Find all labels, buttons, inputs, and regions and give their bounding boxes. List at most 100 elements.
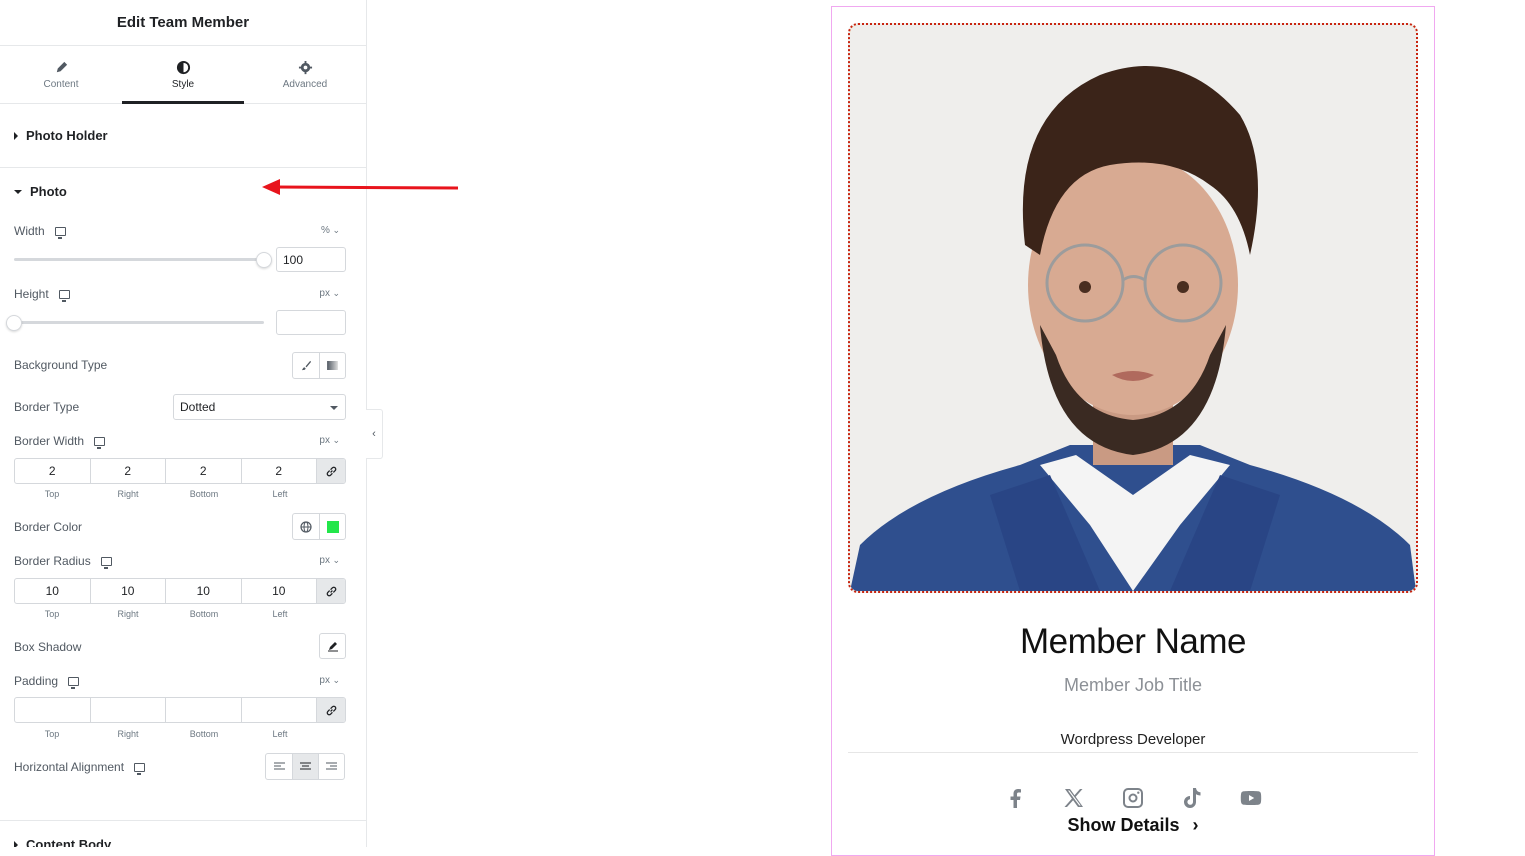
border-color-swatch[interactable] <box>319 514 345 539</box>
x-icon[interactable] <box>1062 786 1086 810</box>
tab-content-label: Content <box>43 78 79 90</box>
editor-panel: Edit Team Member Content Style Advanced … <box>0 0 367 847</box>
dim-label-right: Right <box>117 729 139 739</box>
panel-tabs: Content Style Advanced <box>0 46 366 104</box>
annotation-arrow <box>262 179 459 195</box>
width-slider-handle[interactable] <box>256 252 272 268</box>
monitor-icon[interactable] <box>58 289 70 302</box>
border-radius-left[interactable]: 10 <box>242 579 317 603</box>
width-label: Width <box>14 224 45 238</box>
gear-icon <box>298 60 312 74</box>
width-input[interactable]: 100 <box>276 247 346 272</box>
section-photo-holder[interactable]: Photo Holder <box>0 104 366 168</box>
show-details-label: Show Details <box>1067 815 1180 835</box>
youtube-icon[interactable] <box>1239 786 1263 810</box>
pencil-icon <box>56 61 67 72</box>
chevron-left-icon: ‹ <box>372 428 376 440</box>
height-unit-select[interactable]: px <box>319 288 340 299</box>
border-radius-bottom[interactable]: 10 <box>166 579 242 603</box>
tab-style[interactable]: Style <box>122 46 244 104</box>
border-width-bottom[interactable]: 2 <box>166 459 242 483</box>
monitor-icon[interactable] <box>54 226 66 239</box>
contrast-icon <box>176 60 190 74</box>
border-width-right[interactable]: 2 <box>91 459 166 483</box>
border-radius-top[interactable]: 10 <box>15 579 91 603</box>
show-details-button[interactable]: Show Details › <box>831 815 1435 836</box>
dim-label-bottom: Bottom <box>189 489 219 499</box>
section-photo[interactable]: Photo <box>14 184 67 199</box>
background-type-label: Background Type <box>14 358 108 372</box>
border-width-left[interactable]: 2 <box>242 459 317 483</box>
border-color-control <box>292 513 346 540</box>
border-radius-right[interactable]: 10 <box>91 579 166 603</box>
align-right-icon[interactable] <box>318 754 344 779</box>
padding-inputs <box>14 697 346 723</box>
dim-label-left: Left <box>272 489 288 499</box>
height-input[interactable] <box>276 310 346 335</box>
padding-top[interactable] <box>15 698 91 722</box>
border-width-top[interactable]: 2 <box>15 459 91 483</box>
border-radius-dim-labels: Top Right Bottom Left <box>14 609 318 619</box>
link-icon[interactable] <box>317 579 345 603</box>
instagram-icon[interactable] <box>1121 786 1145 810</box>
padding-unit-select[interactable]: px <box>319 675 340 686</box>
tab-style-label: Style <box>171 78 195 90</box>
dim-label-top: Top <box>44 489 60 499</box>
brush-icon[interactable] <box>293 353 319 378</box>
width-slider[interactable] <box>14 258 264 261</box>
border-width-inputs: 2 2 2 2 <box>14 458 346 484</box>
border-type-select[interactable]: Dotted <box>173 394 346 420</box>
section-content-body[interactable]: Content Body <box>0 820 366 847</box>
section-photo-label: Photo <box>30 184 67 199</box>
padding-label: Padding <box>14 674 59 688</box>
facebook-icon[interactable] <box>1003 786 1027 810</box>
border-width-label-row: Border Width <box>14 434 106 449</box>
globe-icon[interactable] <box>293 514 319 539</box>
member-photo[interactable] <box>848 23 1418 593</box>
section-content-body-label: Content Body <box>26 837 112 847</box>
height-slider[interactable] <box>14 321 264 324</box>
horizontal-alignment-label-row: Horizontal Alignment <box>14 760 146 775</box>
background-type-toggle <box>292 352 346 379</box>
padding-left[interactable] <box>242 698 317 722</box>
tab-content[interactable]: Content <box>0 46 122 103</box>
member-description: Wordpress Developer <box>1060 731 1206 748</box>
divider <box>848 752 1418 753</box>
padding-bottom[interactable] <box>166 698 242 722</box>
member-job-title: Member Job Title <box>1063 675 1203 695</box>
align-center-icon[interactable] <box>292 754 318 779</box>
border-radius-inputs: 10 10 10 10 <box>14 578 346 604</box>
caret-down-icon <box>14 189 22 194</box>
monitor-icon[interactable] <box>68 676 80 689</box>
tiktok-icon[interactable] <box>1180 786 1204 810</box>
border-radius-unit-select[interactable]: px <box>319 555 340 566</box>
panel-title: Edit Team Member <box>0 0 366 46</box>
box-shadow-edit-button[interactable] <box>319 633 346 659</box>
chevron-right-icon: › <box>1192 815 1199 835</box>
person-photo-image <box>850 25 1416 591</box>
pencil-icon <box>327 642 338 652</box>
monitor-icon[interactable] <box>134 762 146 775</box>
height-slider-handle[interactable] <box>6 315 22 331</box>
caret-right-icon <box>14 841 18 847</box>
box-shadow-label: Box Shadow <box>14 640 82 654</box>
width-unit-select[interactable]: % <box>321 225 340 236</box>
link-icon[interactable] <box>317 698 345 722</box>
horizontal-alignment-toggle <box>265 753 345 780</box>
collapse-panel-button[interactable]: ‹ <box>366 409 383 459</box>
dim-label-right: Right <box>117 489 139 499</box>
dim-label-top: Top <box>44 609 60 619</box>
tab-advanced-label: Advanced <box>282 78 328 90</box>
gradient-icon[interactable] <box>319 353 345 378</box>
border-width-label: Border Width <box>14 434 85 448</box>
social-links <box>1003 786 1263 810</box>
align-left-icon[interactable] <box>266 754 292 779</box>
monitor-icon[interactable] <box>94 436 106 449</box>
tab-advanced[interactable]: Advanced <box>244 46 366 103</box>
member-name: Member Name <box>1020 622 1246 661</box>
dim-label-left: Left <box>272 609 288 619</box>
padding-right[interactable] <box>91 698 166 722</box>
link-icon[interactable] <box>317 459 345 483</box>
border-width-unit-select[interactable]: px <box>319 435 340 446</box>
monitor-icon[interactable] <box>100 556 112 569</box>
